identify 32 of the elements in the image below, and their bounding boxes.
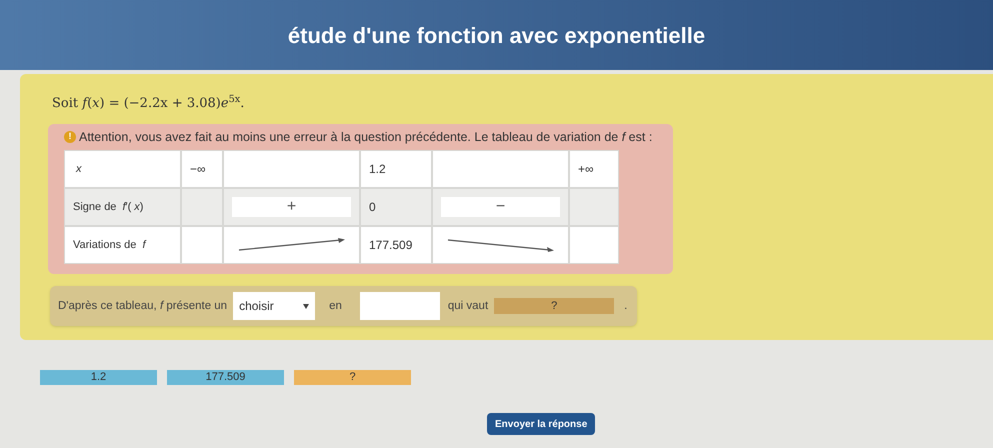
question-text: D'après ce tableau, f présente un: [58, 298, 228, 314]
caret-icon: [303, 304, 310, 309]
rising-arrow-icon: [236, 238, 346, 252]
question-text: en: [329, 298, 342, 314]
table-cell: 1.2: [361, 151, 431, 188]
table-cell: 0: [361, 189, 431, 226]
table-cell: [570, 189, 618, 226]
question-text: .: [624, 298, 628, 314]
sign-box: +: [232, 197, 351, 218]
table-cell: Variations de f: [65, 227, 180, 264]
answer-slot[interactable]: ?: [494, 298, 614, 314]
sign-box: −: [441, 197, 560, 218]
answer-tile[interactable]: 177.509: [167, 370, 284, 385]
page-title: étude d'une fonction avec exponentielle: [288, 22, 706, 50]
table-cell: [570, 227, 618, 264]
statement-text: Soit f(x) = (−2.2x + 3.08)e$^{5x}$.: [52, 94, 246, 113]
table-cell: Signe de f′(x): [65, 189, 180, 226]
table-cell: 177.509: [361, 227, 431, 264]
position-input[interactable]: [360, 292, 440, 320]
table-cell: −∞: [182, 151, 222, 188]
table-cell: +∞: [570, 151, 618, 188]
submit-button[interactable]: Envoyer la réponse: [487, 413, 596, 435]
warning-text: Attention, vous avez fait au moins une erreur à la question précédente. Le tableau de variation de f est :: [79, 128, 652, 146]
falling-arrow-icon: [446, 238, 556, 252]
table-cell: [182, 227, 222, 264]
warning-icon: !: [64, 130, 76, 143]
choice-dropdown[interactable]: choisir: [233, 292, 316, 320]
answer-tile[interactable]: 1.2: [40, 370, 157, 385]
table-cell: x: [65, 151, 180, 188]
question-text: qui vaut: [448, 298, 488, 314]
answer-tile[interactable]: ?: [294, 370, 411, 385]
table-cell: [182, 189, 222, 226]
